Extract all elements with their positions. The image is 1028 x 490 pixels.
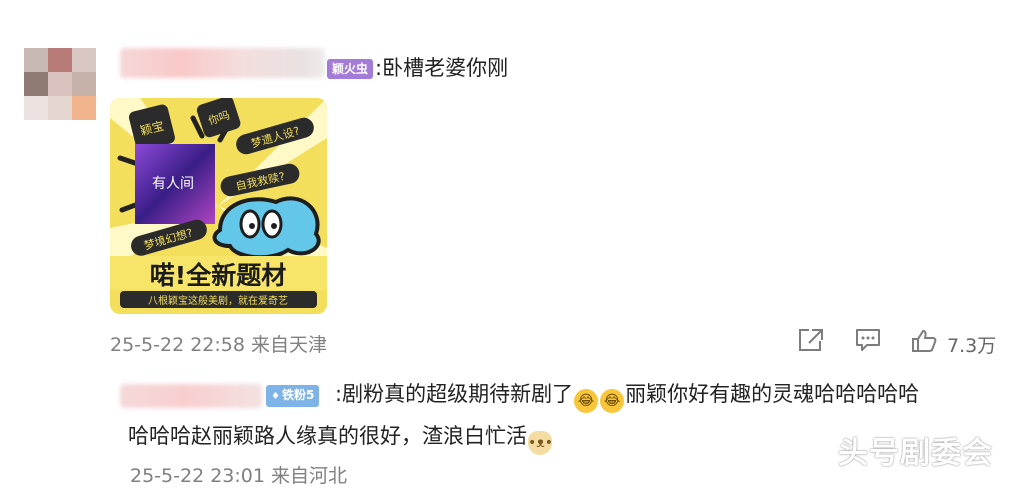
comment-icon[interactable] [854, 327, 882, 357]
doge-emoji-icon: •ᴥ• [528, 431, 553, 455]
fan-badge[interactable]: 颖火虫 [327, 59, 374, 79]
reply-text-line1: :剧粉真的超级期待新剧了 😂 😂 丽颖你好有趣的灵魂哈哈哈哈哈 [335, 380, 919, 413]
laugh-cry-emoji-icon: 😂 [574, 389, 599, 413]
comment-image[interactable]: 颖宝 你吗 有人间 梦遗人设? 自我救赎? 梦境幻想? 喏!全新题材 八根颖宝这… [110, 98, 327, 314]
laugh-cry-emoji-icon: 😂 [600, 389, 625, 413]
reply-meta: 25-5-22 23:01 来自河北 [130, 465, 347, 487]
sticker-headline: 喏!全新题材 [150, 261, 286, 290]
like-count: 7.3万 [947, 335, 997, 357]
share-icon[interactable] [797, 327, 825, 357]
avatar[interactable] [24, 48, 96, 120]
fan-badge-icon: ♦ [271, 391, 280, 402]
reply-text-line2: 哈哈哈赵丽颖路人缘真的很好，渣浪白忙活•ᴥ• [128, 422, 553, 455]
like-icon[interactable] [911, 329, 937, 357]
reply-username-blurred[interactable] [120, 384, 262, 408]
reply-fan-badge[interactable]: ♦ 铁粉5 [266, 385, 320, 407]
watermark: 头号剧委会 [838, 436, 993, 471]
comment-text: :卧槽老婆你刚 [375, 56, 509, 80]
comment-meta: 25-5-22 22:58 来自天津 [110, 334, 327, 356]
poster-title: 有人间 [152, 176, 194, 192]
sticker-footer: 八根颖宝这般美剧，就在爱奇艺 [148, 294, 288, 307]
username-blurred[interactable] [120, 48, 325, 78]
